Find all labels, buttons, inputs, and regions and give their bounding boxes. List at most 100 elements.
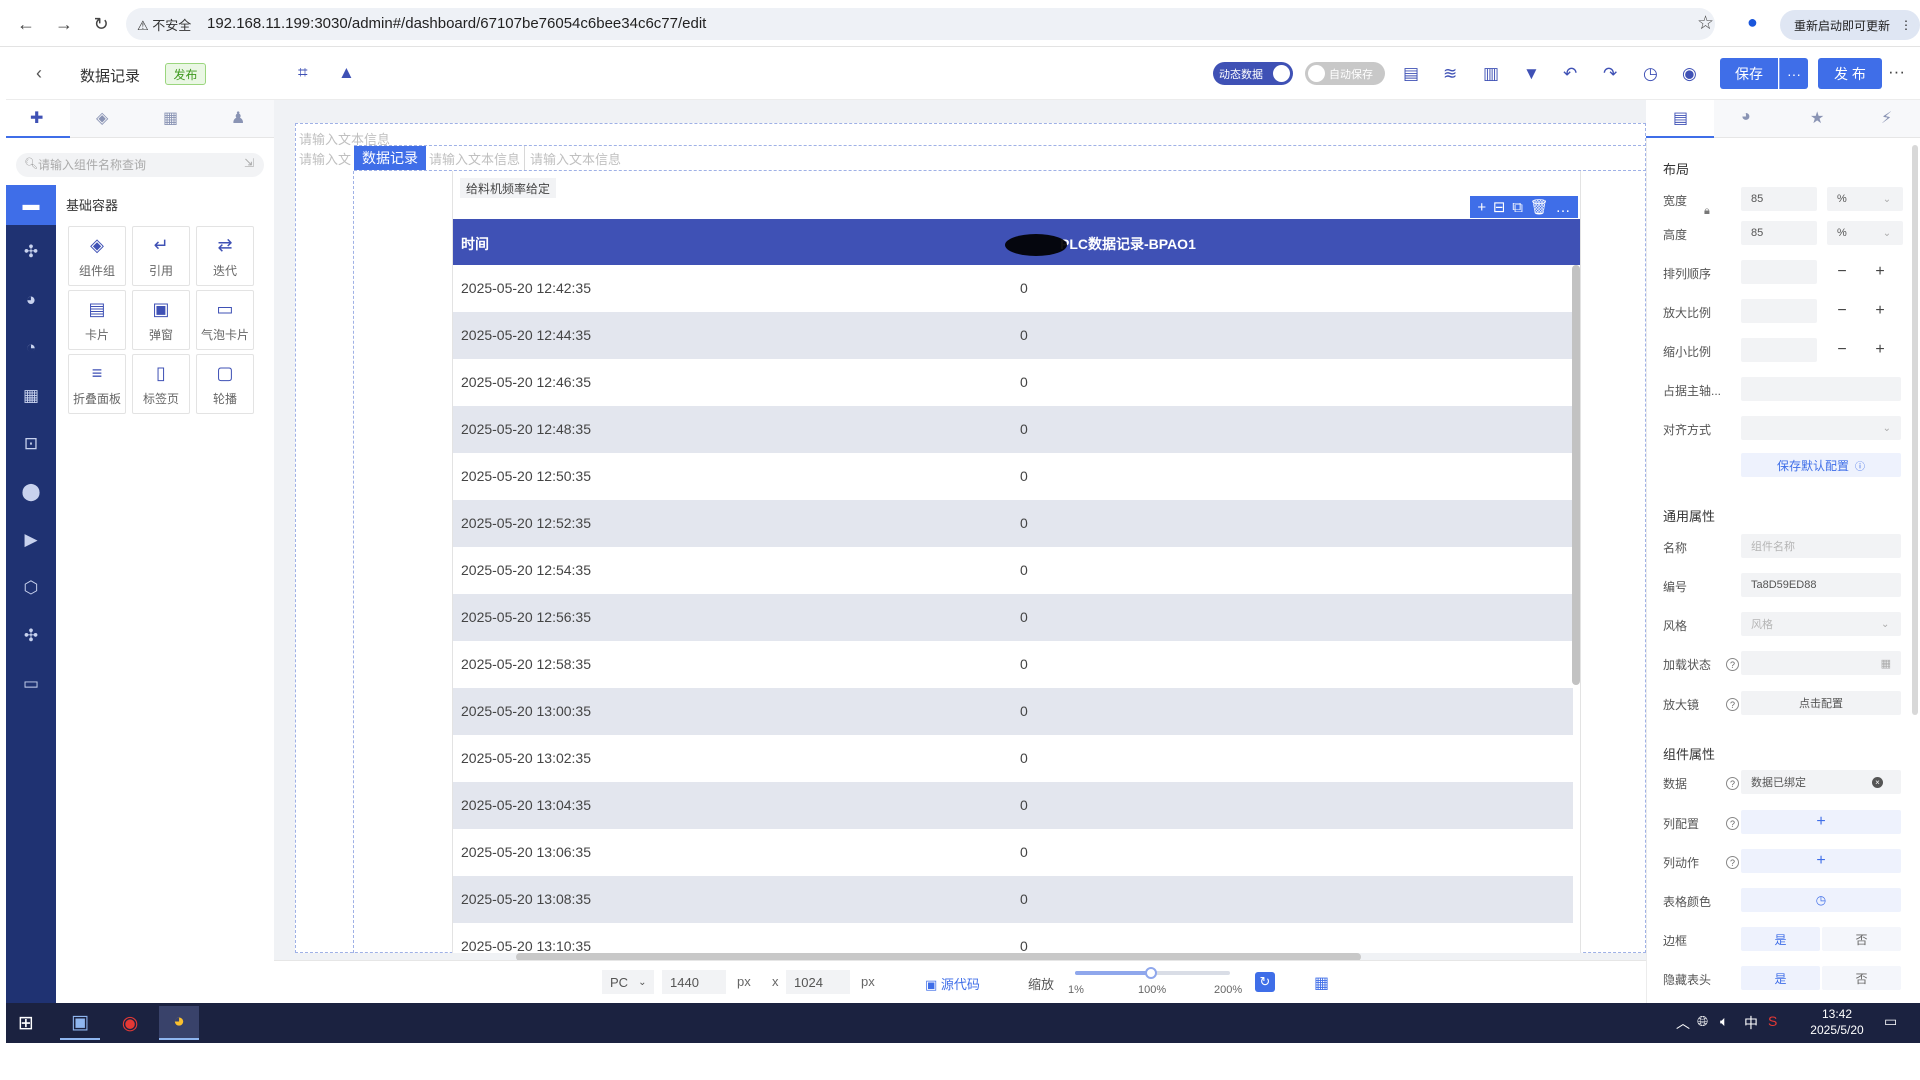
user-tab-icon[interactable]: ♟ (231, 108, 245, 128)
event-bolt-icon[interactable]: ⚡ (1881, 108, 1892, 128)
dynamic-data-toggle[interactable]: 动态数据 (1213, 62, 1293, 85)
data-binding-input[interactable]: 数据已绑定 × (1741, 770, 1901, 794)
loading-input[interactable]: ▦ (1741, 651, 1901, 675)
windows-start-icon[interactable]: ⊞ (18, 1012, 34, 1035)
save-default-config-button[interactable]: 保存默认配置 ⓘ (1741, 453, 1901, 477)
canvas-width-input[interactable]: 1440 (662, 970, 726, 994)
table-row[interactable]: 2025-05-20 12:54:35 0 (453, 547, 1573, 594)
help-icon[interactable]: ? (1726, 856, 1739, 869)
back-chevron-icon[interactable]: ‹ (36, 63, 42, 84)
component-search-input[interactable] (38, 155, 238, 175)
cube-icon[interactable]: ⬡ (6, 568, 56, 608)
basis-input[interactable] (1741, 377, 1901, 401)
save-more-button[interactable]: ··· (1779, 58, 1808, 89)
pie-chart-icon[interactable]: ◕ (6, 280, 56, 320)
source-code-button[interactable]: ▣ 源代码 (925, 974, 980, 993)
table-row[interactable]: 2025-05-20 13:08:35 0 (453, 876, 1573, 923)
split-icon[interactable]: ⊟ (1493, 198, 1506, 216)
canvas-height-input[interactable]: 1024 (786, 970, 850, 994)
tab-data-record[interactable]: 数据记录 (354, 146, 426, 170)
table-vertical-scrollbar[interactable] (1572, 265, 1580, 685)
database-icon[interactable]: ≋ (1443, 64, 1457, 84)
id-input[interactable]: Ta8D59ED88 (1741, 573, 1901, 597)
table-row[interactable]: 2025-05-20 13:10:35 0 (453, 923, 1573, 953)
table-row[interactable]: 2025-05-20 12:52:35 0 (453, 500, 1573, 547)
zoom-slider-handle[interactable] (1145, 967, 1157, 979)
component-library-icon[interactable]: ▤ (1403, 64, 1419, 84)
border-no-button[interactable]: 否 (1822, 927, 1901, 951)
component-carousel-card[interactable]: ▢ 轮播 (196, 354, 254, 414)
table-row[interactable]: 2025-05-20 12:56:35 0 (453, 594, 1573, 641)
component-reference-card[interactable]: ↵ 引用 (132, 226, 190, 286)
table-color-button[interactable]: ◷ (1741, 888, 1901, 912)
bookmark-star-icon[interactable]: ☆ (1697, 12, 1714, 35)
add-column-config-button[interactable]: + (1741, 810, 1901, 834)
component-iterate-card[interactable]: ⇄ 迭代 (196, 226, 254, 286)
container-icon[interactable]: ▬ (6, 185, 56, 225)
update-button[interactable]: 重新启动即可更新 ⋮ (1780, 10, 1920, 40)
brush-icon[interactable]: ▲ (338, 63, 355, 83)
preview-eye-icon[interactable]: ◉ (1682, 64, 1697, 84)
table-row[interactable]: 2025-05-20 13:00:35 0 (453, 688, 1573, 735)
puzzle-icon[interactable]: ✚ (30, 108, 43, 128)
media-icon[interactable]: ⊡ (6, 424, 56, 464)
grow-input[interactable] (1741, 299, 1817, 323)
back-arrow-icon[interactable]: ← (12, 10, 40, 38)
table-row[interactable]: 2025-05-20 12:58:35 0 (453, 641, 1573, 688)
remote-desktop-app-icon[interactable]: ▣ (60, 1006, 100, 1040)
table-row[interactable]: 2025-05-20 13:06:35 0 (453, 829, 1573, 876)
clear-icon[interactable]: × (1872, 776, 1883, 788)
align-select[interactable]: ⌄ (1741, 416, 1901, 440)
magnifier-config-button[interactable]: 点击配置 (1741, 691, 1901, 715)
hide-header-yes-button[interactable]: 是 (1741, 966, 1820, 990)
notification-icon[interactable]: ▭ (1884, 1013, 1897, 1030)
width-input[interactable]: 85 (1741, 187, 1817, 211)
component-dialog-card[interactable]: ▣ 弹窗 (132, 290, 190, 350)
save-button[interactable]: 保存 (1720, 58, 1778, 89)
properties-scrollbar[interactable] (1912, 145, 1918, 715)
profile-icon[interactable]: ● (1747, 12, 1758, 33)
network-globe-icon[interactable]: 🌐︎ (1697, 1013, 1708, 1030)
delete-icon[interactable]: 🗑 (1530, 198, 1549, 216)
star-tab-icon[interactable]: ★ (1810, 108, 1824, 128)
forward-arrow-icon[interactable]: → (50, 10, 78, 38)
order-decrement-button[interactable]: − (1828, 260, 1856, 284)
shrink-decrement-button[interactable]: − (1828, 338, 1856, 362)
component-card-card[interactable]: ▤ 卡片 (68, 290, 126, 350)
help-icon[interactable]: ? (1726, 698, 1739, 711)
component-group-card[interactable]: ◈ 组件组 (68, 226, 126, 286)
publish-button[interactable]: 发 布 (1818, 58, 1882, 89)
select-frame-icon[interactable]: ⌗ (298, 63, 308, 83)
auto-save-toggle[interactable]: 自动保存 (1305, 62, 1385, 85)
help-icon[interactable]: ? (1726, 777, 1739, 790)
device-select[interactable]: PC ⌄ (602, 970, 654, 994)
add-icon[interactable]: + (1477, 199, 1486, 216)
name-input[interactable]: 组件名称 (1741, 534, 1901, 558)
more-options-icon[interactable]: ··· (1888, 62, 1905, 82)
ime-indicator[interactable]: 中 (1744, 1013, 1758, 1033)
hide-header-no-button[interactable]: 否 (1822, 966, 1901, 990)
layers-tab-icon[interactable]: ◈ (96, 108, 108, 128)
ghost-tab-3[interactable]: 请输入文本信息 (530, 149, 621, 168)
table-row[interactable]: 2025-05-20 12:42:35 0 (453, 265, 1573, 312)
theme-shirt-icon[interactable]: ▼ (1523, 64, 1540, 84)
reload-icon[interactable]: ↻ (87, 10, 115, 38)
properties-tab-icon[interactable]: ▤ (1673, 108, 1688, 128)
table-row[interactable]: 2025-05-20 13:02:35 0 (453, 735, 1573, 782)
refresh-icon[interactable]: ↻ (1255, 972, 1275, 992)
search-action-icon[interactable]: ⇲ (244, 156, 254, 170)
opera-app-icon[interactable]: ◉ (110, 1006, 150, 1040)
taskbar-clock[interactable]: 13:42 2025/5/20 (1809, 1006, 1865, 1038)
table-row[interactable]: 2025-05-20 12:50:35 0 (453, 453, 1573, 500)
grid-icon[interactable]: ✣ (6, 232, 56, 272)
help-icon[interactable]: ? (1726, 817, 1739, 830)
shrink-increment-button[interactable]: + (1866, 338, 1894, 362)
style-tab-icon[interactable]: ◕ (1741, 108, 1751, 126)
help-icon[interactable]: ? (1726, 658, 1739, 671)
align-icon[interactable]: ▥ (1483, 64, 1499, 84)
table-row[interactable]: 2025-05-20 12:44:35 0 (453, 312, 1573, 359)
apps-tab-icon[interactable]: ▦ (163, 108, 178, 128)
add-column-action-button[interactable]: + (1741, 849, 1901, 873)
component-collapse-card[interactable]: ≡ 折叠面板 (68, 354, 126, 414)
lock-ratio-icon[interactable]: 🔒︎ (1704, 205, 1710, 218)
